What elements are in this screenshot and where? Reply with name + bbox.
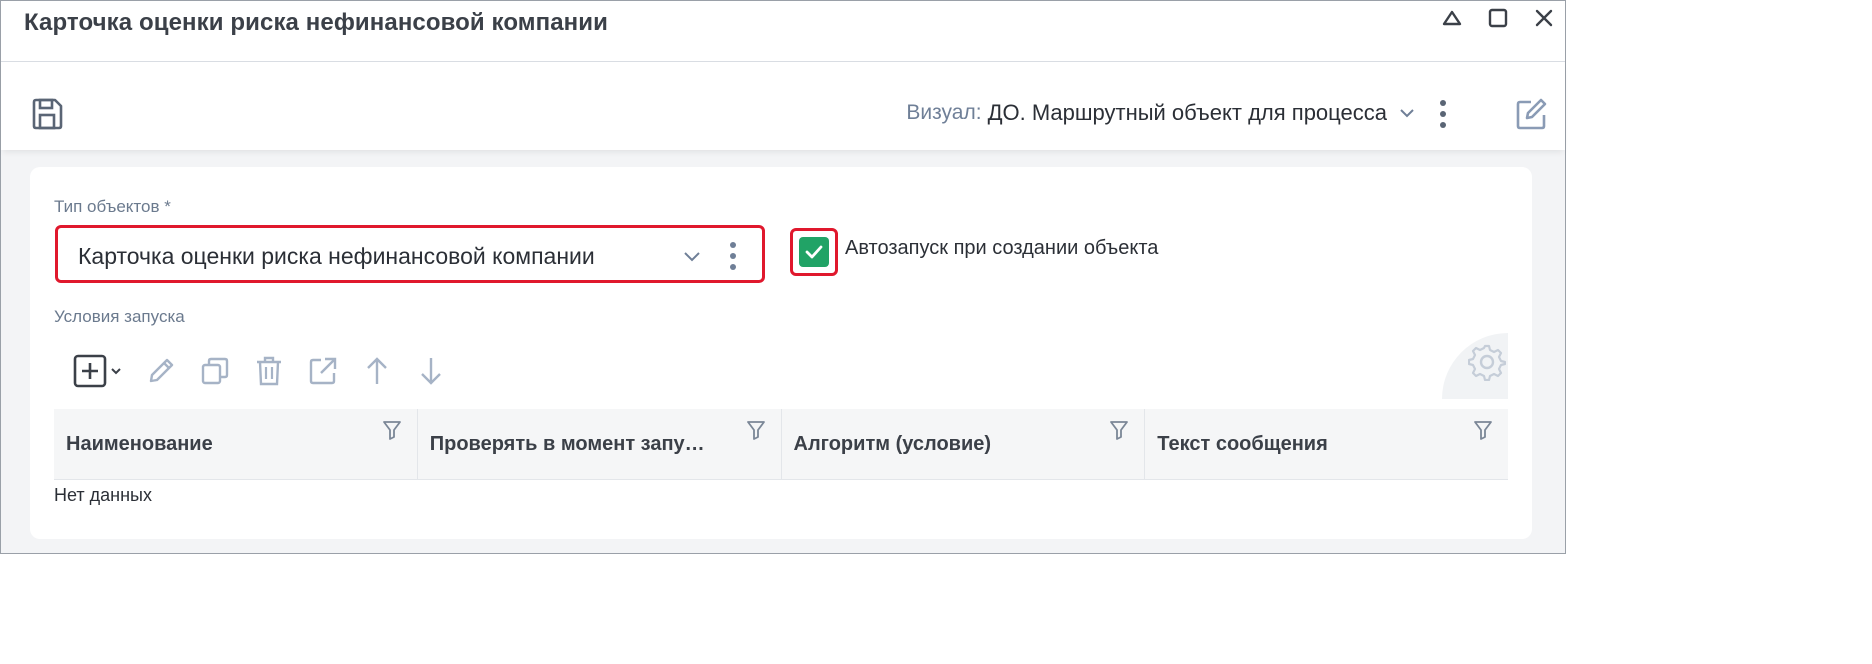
visual-selector[interactable]: Визуал: ДО. Маршрутный объект для процес… <box>906 100 1417 126</box>
filter-icon[interactable] <box>745 419 767 441</box>
column-title: Проверять в момент запу… <box>429 433 705 455</box>
settings-card: Тип объектов * Карточка оценки риска неф… <box>30 167 1532 539</box>
grid-toolbar <box>70 353 458 389</box>
title-bar: Карточка оценки риска нефинансовой компа… <box>1 1 1565 62</box>
column-title: Текст сообщения <box>1157 433 1328 455</box>
edit-icon[interactable] <box>1513 96 1549 132</box>
filter-icon[interactable] <box>381 419 403 441</box>
dialog-window: Карточка оценки риска нефинансовой компа… <box>0 0 1566 554</box>
move-down-icon[interactable] <box>404 353 458 389</box>
more-vertical-icon[interactable] <box>1433 96 1453 132</box>
more-vertical-icon[interactable] <box>728 240 738 272</box>
column-title: Наименование <box>66 433 213 455</box>
open-external-icon[interactable] <box>296 353 350 389</box>
main-toolbar: Визуал: ДО. Маршрутный объект для процес… <box>1 62 1565 150</box>
filter-icon[interactable] <box>1472 419 1494 441</box>
close-icon[interactable] <box>1531 5 1557 31</box>
add-icon[interactable] <box>70 353 134 389</box>
object-type-label: Тип объектов * <box>54 197 171 216</box>
gear-icon[interactable] <box>1468 343 1506 381</box>
object-type-value: Карточка оценки риска нефинансовой компа… <box>78 243 595 269</box>
maximize-icon[interactable] <box>1485 5 1511 31</box>
autostart-label: Автозапуск при создании объекта <box>845 237 1159 259</box>
object-type-select[interactable]: Карточка оценки риска нефинансовой компа… <box>55 225 765 283</box>
visual-label: Визуал: <box>906 101 982 124</box>
column-header[interactable]: Проверять в момент запу… <box>418 409 782 479</box>
filter-icon[interactable] <box>1108 419 1130 441</box>
checkmark-icon <box>799 237 829 267</box>
chevron-down-icon <box>1400 109 1414 118</box>
move-up-icon[interactable] <box>350 353 404 389</box>
copy-icon[interactable] <box>188 353 242 389</box>
minimize-icon[interactable] <box>1439 5 1465 31</box>
window-title: Карточка оценки риска нефинансовой компа… <box>24 9 608 36</box>
delete-icon[interactable] <box>242 353 296 389</box>
autostart-checkbox[interactable] <box>790 228 838 276</box>
column-header[interactable]: Алгоритм (условие) <box>782 409 1146 479</box>
empty-state-text: Нет данных <box>54 485 152 505</box>
visual-value: ДО. Маршрутный объект для процесса <box>987 100 1387 125</box>
grid-settings <box>1442 333 1508 399</box>
column-header[interactable]: Текст сообщения <box>1145 409 1508 479</box>
save-icon[interactable] <box>29 96 65 132</box>
column-title: Алгоритм (условие) <box>793 433 992 455</box>
conditions-label: Условия запуска <box>54 307 185 326</box>
edit-pencil-icon[interactable] <box>134 353 188 389</box>
grid-header: Наименование Проверять в момент запу… Ал… <box>54 409 1508 480</box>
chevron-down-icon <box>684 252 700 262</box>
column-header[interactable]: Наименование <box>54 409 418 479</box>
